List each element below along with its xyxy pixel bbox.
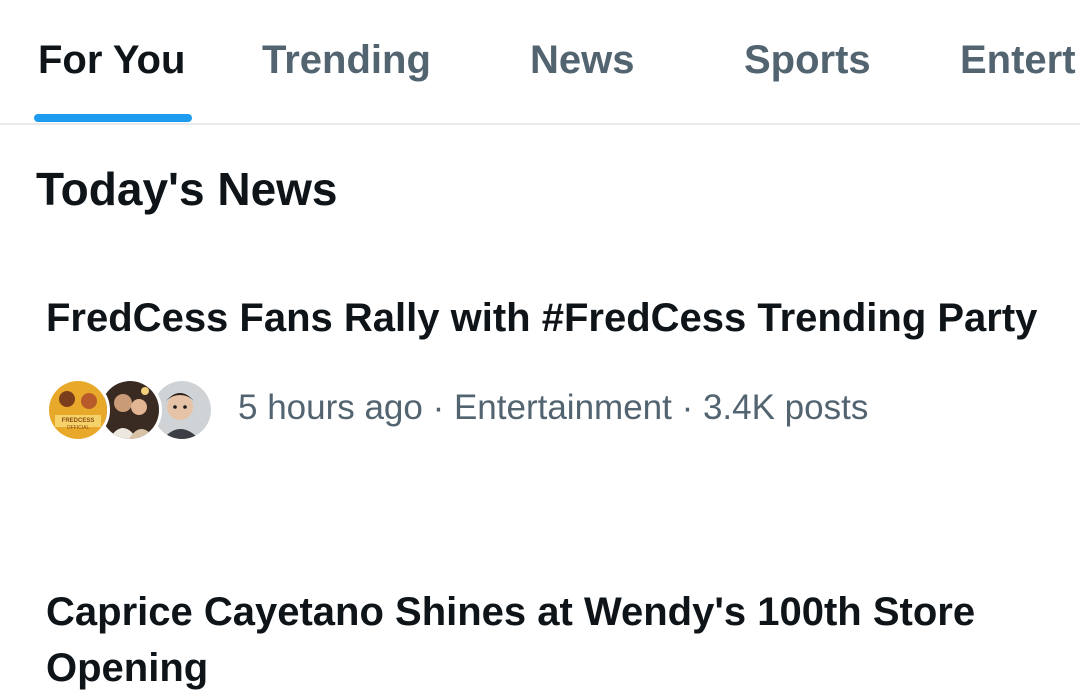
- story-meta-text: 5 hours ago · Entertainment · 3.4K posts: [238, 388, 869, 427]
- tab-news[interactable]: News: [530, 38, 635, 83]
- tab-for-you[interactable]: For You: [38, 38, 185, 83]
- news-story-item[interactable]: Caprice Cayetano Shines at Wendy's 100th…: [46, 584, 1046, 696]
- tab-sports[interactable]: Sports: [744, 38, 871, 83]
- fredcess-official-avatar: FREDCESS OFFICIAL: [46, 378, 110, 442]
- story-title[interactable]: Caprice Cayetano Shines at Wendy's 100th…: [46, 584, 1046, 696]
- story-meta-row: FREDCESS OFFICIAL 5 hours ago · Entertai…: [46, 378, 1046, 444]
- story-title[interactable]: FredCess Fans Rally with #FredCess Trend…: [46, 290, 1046, 346]
- news-story-item[interactable]: FredCess Fans Rally with #FredCess Trend…: [46, 290, 1046, 444]
- svg-text:FREDCESS: FREDCESS: [62, 418, 95, 424]
- explore-tab-bar: For You Trending News Sports Entert: [0, 0, 1080, 125]
- active-tab-indicator: [34, 114, 192, 122]
- svg-text:OFFICIAL: OFFICIAL: [67, 425, 90, 431]
- section-title: Today's News: [36, 163, 338, 215]
- tab-trending[interactable]: Trending: [262, 38, 431, 83]
- tab-entertainment[interactable]: Entert: [960, 38, 1076, 83]
